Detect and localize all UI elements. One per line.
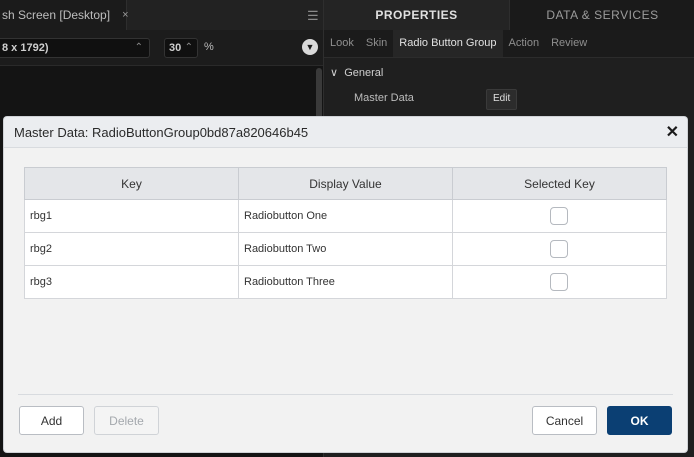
dialog-header: Master Data: RadioButtonGroup0bd87a82064… — [4, 117, 687, 148]
cell-key[interactable]: rbg1 — [24, 199, 239, 233]
device-select-value: 8 x 1792) — [2, 42, 49, 54]
selected-key-checkbox[interactable] — [550, 273, 568, 291]
tab-data-services[interactable]: DATA & SERVICES — [509, 0, 694, 30]
subtab-look[interactable]: Look — [324, 30, 360, 57]
dialog-title: Master Data: RadioButtonGroup0bd87a82064… — [14, 125, 309, 140]
cell-display-value[interactable]: Radiobutton One — [238, 199, 453, 233]
chevron-down-icon[interactable]: ▼ — [302, 39, 318, 55]
cell-display-value[interactable]: Radiobutton Three — [238, 265, 453, 299]
close-icon[interactable]: × — [122, 9, 128, 21]
ok-button[interactable]: OK — [607, 406, 672, 435]
close-icon[interactable]: ✕ — [666, 122, 679, 142]
selected-key-checkbox[interactable] — [550, 207, 568, 225]
delete-button[interactable]: Delete — [94, 406, 159, 435]
device-select[interactable]: 8 x 1792) ⌃ — [0, 38, 150, 58]
editor-tab-bar: sh Screen [Desktop] × ☰ — [0, 0, 323, 31]
dialog-footer-divider — [18, 394, 673, 395]
stepper-icon: ⌃ — [134, 42, 143, 53]
section-general-label: General — [344, 67, 384, 79]
cell-selected-key — [452, 232, 667, 266]
cell-selected-key — [452, 199, 667, 233]
cell-display-value[interactable]: Radiobutton Two — [238, 232, 453, 266]
master-data-table: Key Display Value Selected Key rbg1 Radi… — [24, 167, 667, 299]
zoom-unit: % — [204, 41, 214, 53]
tab-properties[interactable]: PROPERTIES — [324, 0, 509, 30]
properties-tab-bar: PROPERTIES DATA & SERVICES — [324, 0, 694, 30]
master-data-dialog: Master Data: RadioButtonGroup0bd87a82064… — [4, 117, 687, 452]
chevron-down-icon: ∨ — [330, 67, 339, 79]
properties-subtab-bar: Look Skin Radio Button Group Action Revi… — [324, 30, 694, 58]
cancel-button[interactable]: Cancel — [532, 406, 597, 435]
selected-key-checkbox[interactable] — [550, 240, 568, 258]
table-header-row: Key Display Value Selected Key — [24, 167, 667, 200]
table-row[interactable]: rbg2 Radiobutton Two — [24, 232, 667, 266]
section-general[interactable]: ∨ General — [330, 66, 383, 79]
stepper-icon: ⌃ — [184, 42, 193, 53]
zoom-value: 30 — [169, 42, 182, 54]
table-row[interactable]: rbg1 Radiobutton One — [24, 199, 667, 233]
master-data-label: Master Data — [354, 92, 414, 104]
subtab-action[interactable]: Action — [503, 30, 546, 57]
column-header-display-value: Display Value — [238, 167, 453, 200]
subtab-review[interactable]: Review — [545, 30, 593, 57]
edit-button[interactable]: Edit — [486, 89, 518, 110]
hamburger-icon[interactable]: ☰ — [307, 8, 319, 24]
editor-tab[interactable]: sh Screen [Desktop] × — [0, 0, 129, 30]
table-row[interactable]: rbg3 Radiobutton Three — [24, 265, 667, 299]
subtab-skin[interactable]: Skin — [360, 30, 393, 57]
cell-selected-key — [452, 265, 667, 299]
column-header-selected-key: Selected Key — [452, 167, 667, 200]
cell-key[interactable]: rbg2 — [24, 232, 239, 266]
zoom-input[interactable]: 30 ⌃ — [164, 38, 198, 58]
subtab-radio-button-group[interactable]: Radio Button Group — [393, 30, 503, 57]
column-header-key: Key — [24, 167, 239, 200]
editor-tab-label: sh Screen [Desktop] — [2, 8, 111, 22]
add-button[interactable]: Add — [19, 406, 84, 435]
cell-key[interactable]: rbg3 — [24, 265, 239, 299]
